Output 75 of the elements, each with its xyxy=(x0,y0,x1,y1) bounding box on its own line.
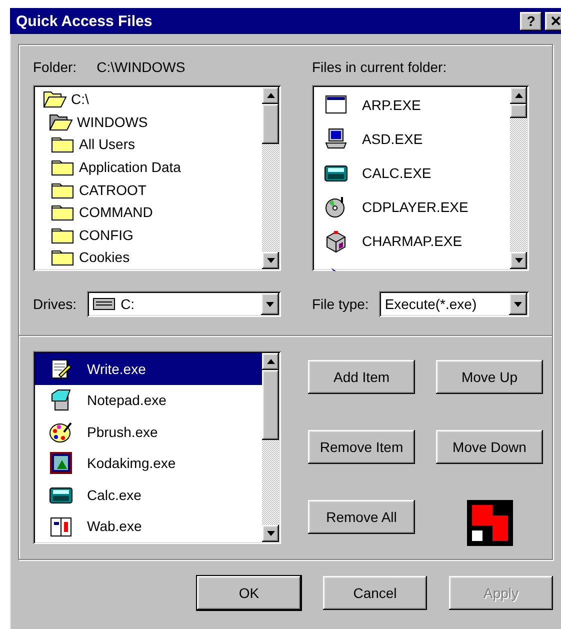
files-label: Files in current folder: xyxy=(312,59,447,77)
file-type-label: File type: xyxy=(312,296,369,312)
folder-icon xyxy=(51,158,75,176)
folder-icon xyxy=(51,135,75,154)
folder-icon xyxy=(51,248,75,266)
down-arrow-icon xyxy=(514,302,522,306)
notepad-icon xyxy=(49,388,73,412)
folder-icon xyxy=(51,203,75,222)
scrollbar[interactable] xyxy=(510,87,527,269)
program-list[interactable]: Write.exe Notepad.exe Pbrush.exe Kodakimg.exe Calc.exe Wab.exe xyxy=(33,351,281,544)
scrollbar[interactable] xyxy=(262,87,279,269)
folder-name[interactable]: COMMAND xyxy=(79,204,153,220)
picture-icon xyxy=(49,451,73,476)
drives-dropdown[interactable]: C: xyxy=(86,291,281,317)
list-action-button[interactable]: Move Down xyxy=(436,430,543,464)
folder-path: C:\WINDOWS xyxy=(96,59,186,77)
window-title: Quick Access Files xyxy=(16,12,154,30)
scroll-up-button[interactable] xyxy=(510,87,527,104)
folder-name[interactable]: C:\ xyxy=(71,91,89,108)
folder-icon xyxy=(51,180,75,199)
file-name[interactable]: CALC.EXE xyxy=(362,165,432,181)
program-item[interactable]: Pbrush.exe xyxy=(35,416,262,448)
up-arrow-icon xyxy=(514,93,522,98)
folder-name[interactable]: Application Data xyxy=(79,159,181,176)
list-action-button[interactable]: Remove Item xyxy=(308,430,415,464)
program-item[interactable]: Kodakimg.exe xyxy=(35,448,262,479)
scroll-thumb[interactable] xyxy=(262,370,279,440)
folder-label: Folder: xyxy=(33,59,77,77)
dialog-button[interactable]: Cancel xyxy=(323,576,427,610)
file-name[interactable]: CDPLAYER.EXE xyxy=(362,199,468,215)
folder-name[interactable]: CATROOT xyxy=(79,182,146,198)
scroll-down-button[interactable] xyxy=(262,525,279,542)
folder-name[interactable]: CONFIG xyxy=(79,226,134,243)
folder-name[interactable]: All Users xyxy=(79,136,136,152)
down-arrow-icon xyxy=(266,531,274,536)
down-arrow-icon xyxy=(266,302,274,306)
list-action-button[interactable]: Move Up xyxy=(436,360,543,394)
folder-list[interactable]: C:\ WINDOWS All Users Application Data CATROOT COMMAND CONFIG Cookies xyxy=(33,85,281,271)
down-arrow-icon xyxy=(266,258,274,263)
list-action-button[interactable]: Add Item xyxy=(308,360,415,394)
scroll-down-button[interactable] xyxy=(510,252,527,269)
scroll-thumb[interactable] xyxy=(262,104,279,144)
dialog-button[interactable]: OK xyxy=(197,576,301,610)
list-action-button[interactable]: Remove All xyxy=(308,500,415,534)
pixel-logo-icon xyxy=(466,500,512,546)
up-arrow-icon xyxy=(266,359,274,364)
scrollbar[interactable] xyxy=(262,353,279,542)
file-name[interactable]: ARP.EXE xyxy=(362,97,421,113)
file-name[interactable]: ASD.EXE xyxy=(362,131,423,147)
scroll-thumb[interactable] xyxy=(510,104,527,118)
scroll-up-button[interactable] xyxy=(262,353,279,370)
open-folder-icon xyxy=(43,90,67,108)
drives-label: Drives: xyxy=(33,296,77,312)
folder-name[interactable]: Cookies xyxy=(79,249,130,266)
program-item[interactable]: Notepad.exe xyxy=(35,384,262,416)
program-item[interactable]: Wab.exe xyxy=(35,510,262,542)
drive-icon xyxy=(92,298,115,310)
program-item[interactable]: Calc.exe xyxy=(35,479,262,510)
cube-icon xyxy=(324,229,348,253)
file-list[interactable]: ARP.EXE ASD.EXE CALC.EXE CDPLAYER.EXE CHARMAP.EXE xyxy=(312,85,529,271)
folder-icon xyxy=(51,226,75,244)
file-type-dropdown[interactable]: Execute(*.exe) xyxy=(378,291,529,317)
up-arrow-icon xyxy=(266,93,274,98)
program-item[interactable]: Write.exe xyxy=(35,353,262,384)
down-arrow-icon xyxy=(514,258,522,263)
folder-name[interactable]: WINDOWS xyxy=(77,114,148,130)
palette-icon xyxy=(49,420,73,444)
scroll-down-button[interactable] xyxy=(262,252,279,269)
computer-icon xyxy=(324,127,348,151)
close-button[interactable]: ✕ xyxy=(545,12,561,30)
file-name[interactable]: CHARMAP.EXE xyxy=(362,233,462,249)
open-folder-icon xyxy=(49,112,73,131)
help-button[interactable]: ? xyxy=(520,12,542,30)
scroll-up-button[interactable] xyxy=(262,87,279,104)
notepad-pen-icon xyxy=(49,356,73,381)
